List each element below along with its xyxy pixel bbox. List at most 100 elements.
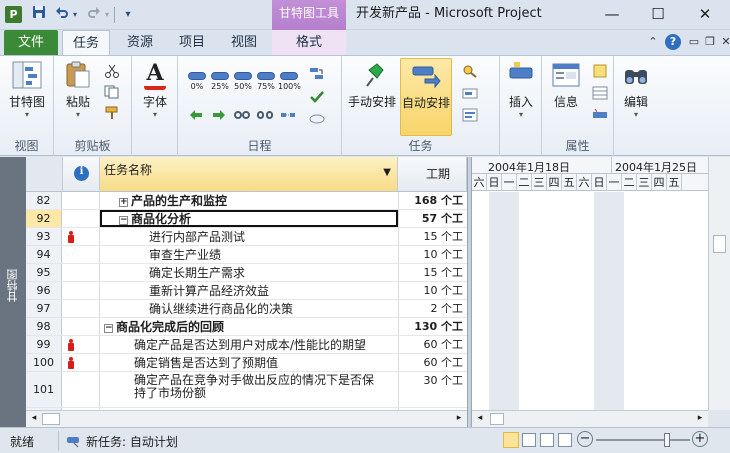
table-row[interactable]: 97 确认继续进行商品化的决策 2 个工: [26, 300, 467, 318]
row-number[interactable]: 100: [26, 354, 62, 371]
minimize-icon[interactable]: —: [590, 0, 634, 28]
format-painter-icon[interactable]: [104, 106, 120, 120]
task-name-cell[interactable]: 进行内部产品测试: [149, 228, 245, 245]
table-row[interactable]: 98 − 商品化完成后的回顾 130 个工: [26, 318, 467, 336]
expand-icon[interactable]: +: [119, 198, 128, 207]
add-to-timeline-icon[interactable]: [592, 108, 608, 122]
help-icon[interactable]: ?: [665, 34, 681, 50]
task-name-cell[interactable]: − 商品化分析: [100, 210, 398, 227]
gantt-chart-area[interactable]: 2004年1月18日 2004年1月25日 六日一二三四五六日一二三四五: [472, 157, 708, 410]
table-row[interactable]: 82 + 产品的生产和监控 168 个工: [26, 192, 467, 210]
row-number[interactable]: 97: [26, 300, 62, 317]
auto-schedule-button[interactable]: 自动安排: [400, 58, 452, 136]
respect-links-icon[interactable]: [309, 66, 325, 80]
collapse-icon[interactable]: −: [119, 216, 128, 225]
ribbon-minimize-icon[interactable]: ▭: [687, 35, 701, 49]
tab-resource[interactable]: 资源: [118, 30, 162, 55]
gantt-chart-button[interactable]: 甘特图 ▾: [4, 60, 50, 119]
collapse-icon[interactable]: −: [104, 324, 113, 333]
duration-cell[interactable]: 10 个工: [398, 282, 467, 299]
table-row[interactable]: 101 确定产品在竞争对手做出反应的情况下是否保 持了市场份额 30 个工: [26, 372, 467, 408]
duration-cell[interactable]: 2 个工: [398, 300, 467, 317]
scroll-left-icon[interactable]: ◂: [474, 413, 486, 425]
save-icon[interactable]: [29, 5, 49, 25]
row-number[interactable]: 101: [26, 372, 62, 407]
row-number[interactable]: 98: [26, 318, 62, 335]
information-button[interactable]: 信息: [546, 60, 586, 110]
complete-100-icon[interactable]: [280, 72, 298, 80]
editing-button[interactable]: 编辑 ▾: [618, 60, 654, 119]
team-planner-shortcut-icon[interactable]: [540, 433, 554, 447]
duration-cell[interactable]: 60 个工: [398, 336, 467, 353]
zoom-slider-thumb[interactable]: [664, 433, 670, 447]
table-row[interactable]: 99 确定产品是否达到用户对成本/性能比的期望 60 个工: [26, 336, 467, 354]
task-name-cell[interactable]: 确定销售是否达到了预期值: [134, 354, 278, 371]
undo-dropdown-icon[interactable]: ▾: [70, 5, 80, 25]
close-icon[interactable]: ✕: [683, 0, 727, 28]
scroll-left-icon[interactable]: ◂: [28, 413, 40, 425]
table-row[interactable]: 94 审查生产业绩 10 个工: [26, 246, 467, 264]
insert-button[interactable]: 插入 ▾: [504, 60, 538, 119]
task-name-cell[interactable]: 审查生产业绩: [149, 246, 221, 263]
tab-format[interactable]: 格式: [272, 30, 346, 55]
complete-25-icon[interactable]: [211, 72, 229, 80]
task-usage-shortcut-icon[interactable]: [522, 433, 536, 447]
project-app-icon[interactable]: P: [5, 6, 22, 23]
duration-cell[interactable]: 60 个工: [398, 354, 467, 371]
table-row[interactable]: 93 进行内部产品测试 15 个工: [26, 228, 467, 246]
row-number[interactable]: 93: [26, 228, 62, 245]
split-task-icon[interactable]: [280, 108, 296, 122]
duration-cell[interactable]: 30 个工: [398, 372, 467, 407]
task-mode-icon[interactable]: [462, 108, 478, 122]
row-number[interactable]: 82: [26, 192, 62, 209]
info-column-header[interactable]: i: [63, 157, 100, 192]
collapse-ribbon-icon[interactable]: ⌃: [646, 35, 660, 49]
task-name-cell[interactable]: − 商品化完成后的回顾: [104, 318, 224, 335]
copy-icon[interactable]: [104, 85, 120, 99]
paste-button[interactable]: 粘贴 ▾: [58, 60, 98, 119]
row-number[interactable]: 99: [26, 336, 62, 353]
scroll-right-icon[interactable]: ▸: [694, 413, 706, 425]
duration-cell[interactable]: 10 个工: [398, 246, 467, 263]
redo-dropdown-icon[interactable]: ▾: [102, 5, 112, 25]
vscroll-thumb[interactable]: [713, 235, 726, 253]
ribbon-close-icon[interactable]: ✕: [719, 35, 730, 49]
table-row[interactable]: 96 重新计算产品经济效益 10 个工: [26, 282, 467, 300]
cut-icon[interactable]: [104, 64, 120, 78]
ribbon-restore-icon[interactable]: ❐: [703, 35, 717, 49]
zoom-out-icon[interactable]: −: [577, 431, 593, 447]
gantt-hscroll-thumb[interactable]: [490, 413, 504, 425]
complete-50-icon[interactable]: [234, 72, 252, 80]
task-name-cell[interactable]: 确定长期生产需求: [149, 264, 245, 281]
complete-75-icon[interactable]: [257, 72, 275, 80]
row-number[interactable]: 94: [26, 246, 62, 263]
notes-icon[interactable]: [592, 64, 608, 78]
duration-cell[interactable]: 15 个工: [398, 228, 467, 245]
row-number[interactable]: 96: [26, 282, 62, 299]
maximize-icon[interactable]: ☐: [636, 0, 680, 28]
duration-cell[interactable]: 15 个工: [398, 264, 467, 281]
table-row[interactable]: 92 − 商品化分析 57 个工: [26, 210, 467, 228]
indent-icon[interactable]: [211, 108, 227, 122]
font-button[interactable]: A 字体 ▾: [137, 60, 173, 119]
complete-0-icon[interactable]: [188, 72, 206, 80]
table-row[interactable]: 95 确定长期生产需求 15 个工: [26, 264, 467, 282]
inactivate-icon[interactable]: [309, 112, 325, 126]
manual-schedule-button[interactable]: 手动安排: [346, 60, 398, 110]
zoom-slider-track[interactable]: [596, 439, 690, 441]
table-hscroll-thumb[interactable]: [42, 413, 60, 425]
filter-dropdown-icon[interactable]: ▼: [383, 167, 391, 178]
gantt-view-shortcut-icon[interactable]: [503, 432, 519, 448]
task-name-cell[interactable]: 确定产品在竞争对手做出反应的情况下是否保 持了市场份额: [134, 372, 374, 407]
gantt-horizontal-scrollbar[interactable]: ◂ ▸: [472, 410, 708, 427]
tab-view[interactable]: 视图: [222, 30, 266, 55]
tab-task[interactable]: 任务: [62, 30, 110, 55]
task-name-cell[interactable]: 确认继续进行商品化的决策: [149, 300, 293, 317]
view-bar[interactable]: 甘特图: [0, 157, 26, 427]
row-number[interactable]: 92: [26, 210, 62, 227]
resource-sheet-shortcut-icon[interactable]: [558, 433, 572, 447]
task-name-cell[interactable]: 确定产品是否达到用户对成本/性能比的期望: [134, 336, 366, 353]
zoom-in-icon[interactable]: +: [692, 431, 708, 447]
duration-cell[interactable]: 57 个工: [398, 210, 467, 227]
task-name-cell[interactable]: 重新计算产品经济效益: [149, 282, 269, 299]
